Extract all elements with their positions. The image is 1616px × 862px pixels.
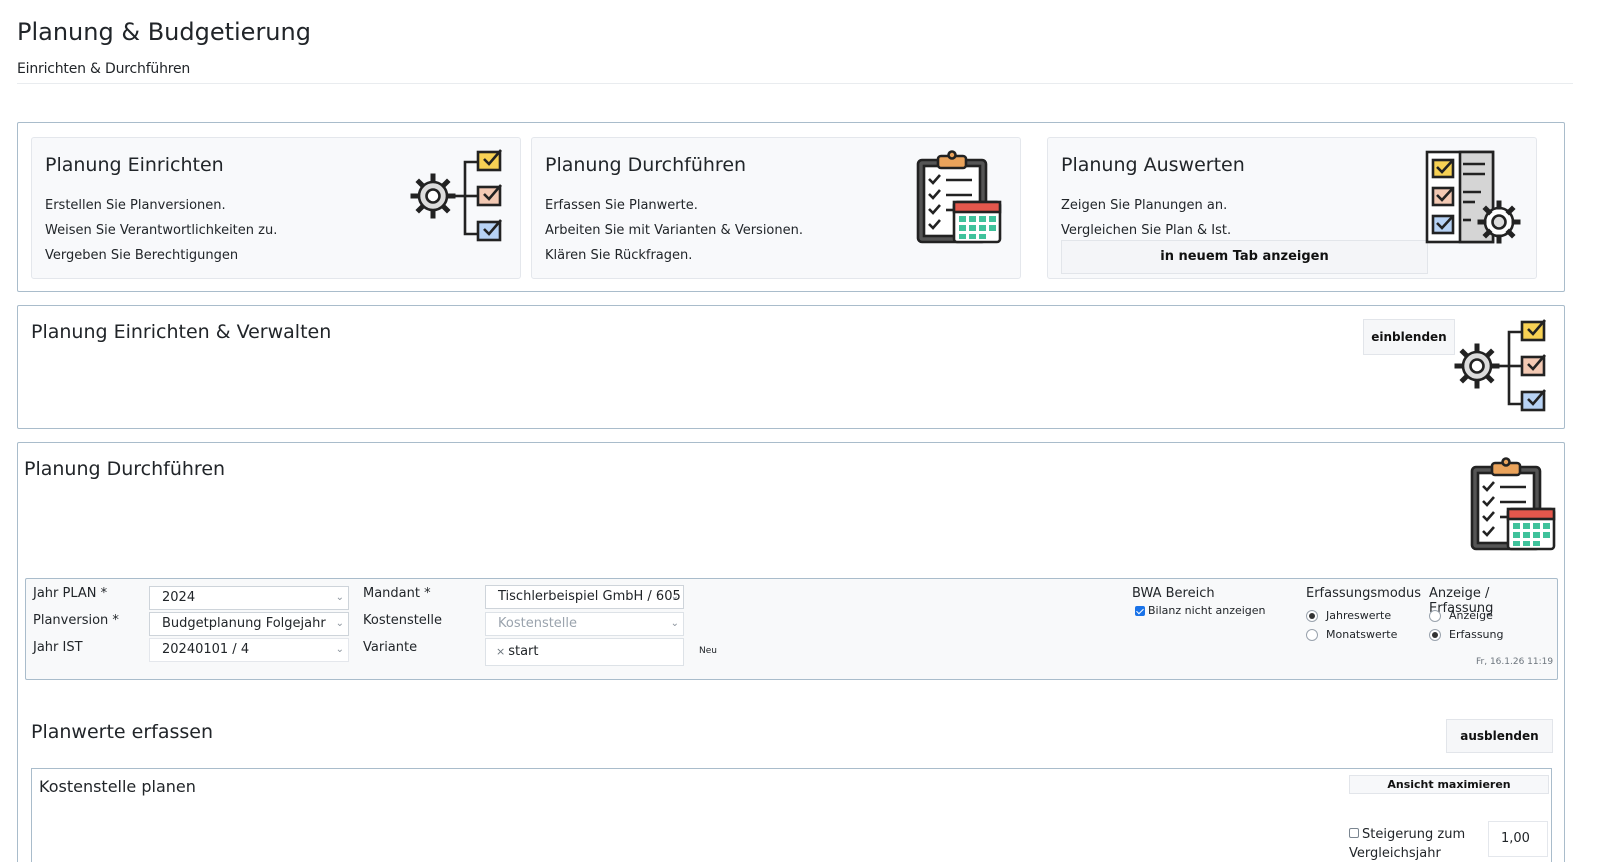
jahr-plan-label: Jahr PLAN *: [33, 586, 108, 601]
kostenstelle-planen-panel: Kostenstelle planen Ansicht maximieren S…: [31, 768, 1552, 862]
expand-button[interactable]: einblenden: [1363, 319, 1455, 355]
clipboard-calendar-icon: [1470, 457, 1556, 551]
kostenstelle-label: Kostenstelle: [363, 613, 443, 628]
radio-jahreswerte[interactable]: Jahreswerte: [1306, 609, 1391, 622]
card-description: Erstellen Sie Planversionen. Weisen Sie …: [45, 198, 278, 263]
card-title: Planung Auswerten: [1061, 154, 1245, 176]
card-title: Planung Durchführen: [545, 154, 747, 176]
chevron-down-icon: ⌄: [670, 591, 679, 602]
card-planung-durchfuehren[interactable]: Planung Durchführen Erfassen Sie Planwer…: [531, 137, 1021, 279]
radio-button[interactable]: [1306, 609, 1318, 622]
collapse-button[interactable]: ausblenden: [1446, 719, 1553, 753]
mandant-label: Mandant *: [363, 586, 431, 601]
steigerung-checkbox[interactable]: [1349, 828, 1359, 838]
filter-panel: Jahr PLAN * 2024 ⌄ Planversion * Budgetpl…: [25, 578, 1558, 680]
planversion-select[interactable]: Budgetplanung Folgejahr ⌄: [149, 612, 349, 636]
variante-label: Variante: [363, 640, 418, 655]
jahr-plan-select[interactable]: 2024 ⌄: [149, 586, 349, 610]
chevron-down-icon: ⌄: [670, 618, 679, 629]
kostenstelle-planen-title: Kostenstelle planen: [39, 777, 196, 796]
mandant-select[interactable]: Tischlerbeispiel GmbH / 605 ⌄: [485, 585, 684, 609]
card-title: Planung Einrichten: [45, 154, 224, 176]
section-planung-durchfuehren: Planung Durchführen Jahr PLAN * 2024 ⌄ Pl…: [17, 442, 1565, 862]
section-einrichten-verwalten: Planung Einrichten & Verwalten einblende…: [17, 305, 1565, 429]
chevron-down-icon: ⌄: [335, 644, 344, 655]
clipboard-calendar-icon: [916, 150, 1002, 244]
planversion-label: Planversion *: [33, 613, 119, 628]
card-description: Zeigen Sie Planungen an. Vergleichen Sie…: [1061, 198, 1232, 238]
header-divider: [17, 83, 1573, 84]
radio-button[interactable]: [1429, 609, 1441, 622]
chevron-down-icon: ⌄: [335, 592, 344, 603]
planwerte-title: Planwerte erfassen: [31, 721, 214, 743]
overview-cards-panel: Planung Einrichten Erstellen Sie Planver…: [17, 122, 1565, 292]
section-title: Planung Durchführen: [24, 458, 226, 480]
maximize-view-button[interactable]: Ansicht maximieren: [1349, 775, 1549, 794]
card-description: Erfassen Sie Planwerte. Arbeiten Sie mit…: [545, 198, 803, 263]
chevron-down-icon: ⌄: [335, 618, 344, 629]
erfassungsmodus-label: Erfassungsmodus: [1306, 586, 1422, 601]
steigerung-input[interactable]: 1,00: [1488, 821, 1548, 857]
variante-multiselect[interactable]: × start: [485, 638, 684, 666]
card-planung-auswerten[interactable]: Planung Auswerten Zeigen Sie Planungen a…: [1047, 137, 1537, 279]
radio-erfassung[interactable]: Erfassung: [1429, 628, 1503, 641]
kostenstelle-select[interactable]: Kostenstelle ⌄: [485, 612, 684, 636]
card-planung-einrichten[interactable]: Planung Einrichten Erstellen Sie Planver…: [31, 137, 521, 279]
page-title: Planung & Budgetierung: [17, 18, 311, 46]
remove-tag-icon[interactable]: ×: [496, 645, 505, 658]
open-in-new-tab-button[interactable]: in neuem Tab anzeigen: [1061, 240, 1428, 274]
page-subtitle: Einrichten & Durchführen: [17, 61, 191, 77]
bwa-label: BWA Bereich: [1132, 586, 1215, 601]
radio-button[interactable]: [1306, 628, 1318, 641]
checklist-gear-icon: [1425, 150, 1521, 244]
steigerung-label: Steigerung zum Vergleichsjahr: [1349, 827, 1466, 861]
gear-checklist-icon: [410, 149, 502, 242]
radio-monatswerte[interactable]: Monatswerte: [1306, 628, 1397, 641]
new-variant-link[interactable]: Neu: [699, 646, 717, 656]
radio-anzeige[interactable]: Anzeige: [1429, 609, 1493, 622]
jahr-ist-label: Jahr IST: [33, 640, 83, 655]
timestamp: Fr, 16.1.26 11:19: [1476, 657, 1554, 667]
variante-tag: start: [508, 644, 539, 659]
bilanz-checkbox[interactable]: [1135, 605, 1145, 616]
jahr-ist-select[interactable]: 20240101 / 4 ⌄: [149, 638, 349, 662]
gear-checklist-icon: [1454, 319, 1546, 412]
bilanz-checkbox-row[interactable]: Bilanz nicht anzeigen: [1135, 604, 1266, 617]
radio-button[interactable]: [1429, 628, 1441, 641]
section-title: Planung Einrichten & Verwalten: [31, 321, 332, 343]
